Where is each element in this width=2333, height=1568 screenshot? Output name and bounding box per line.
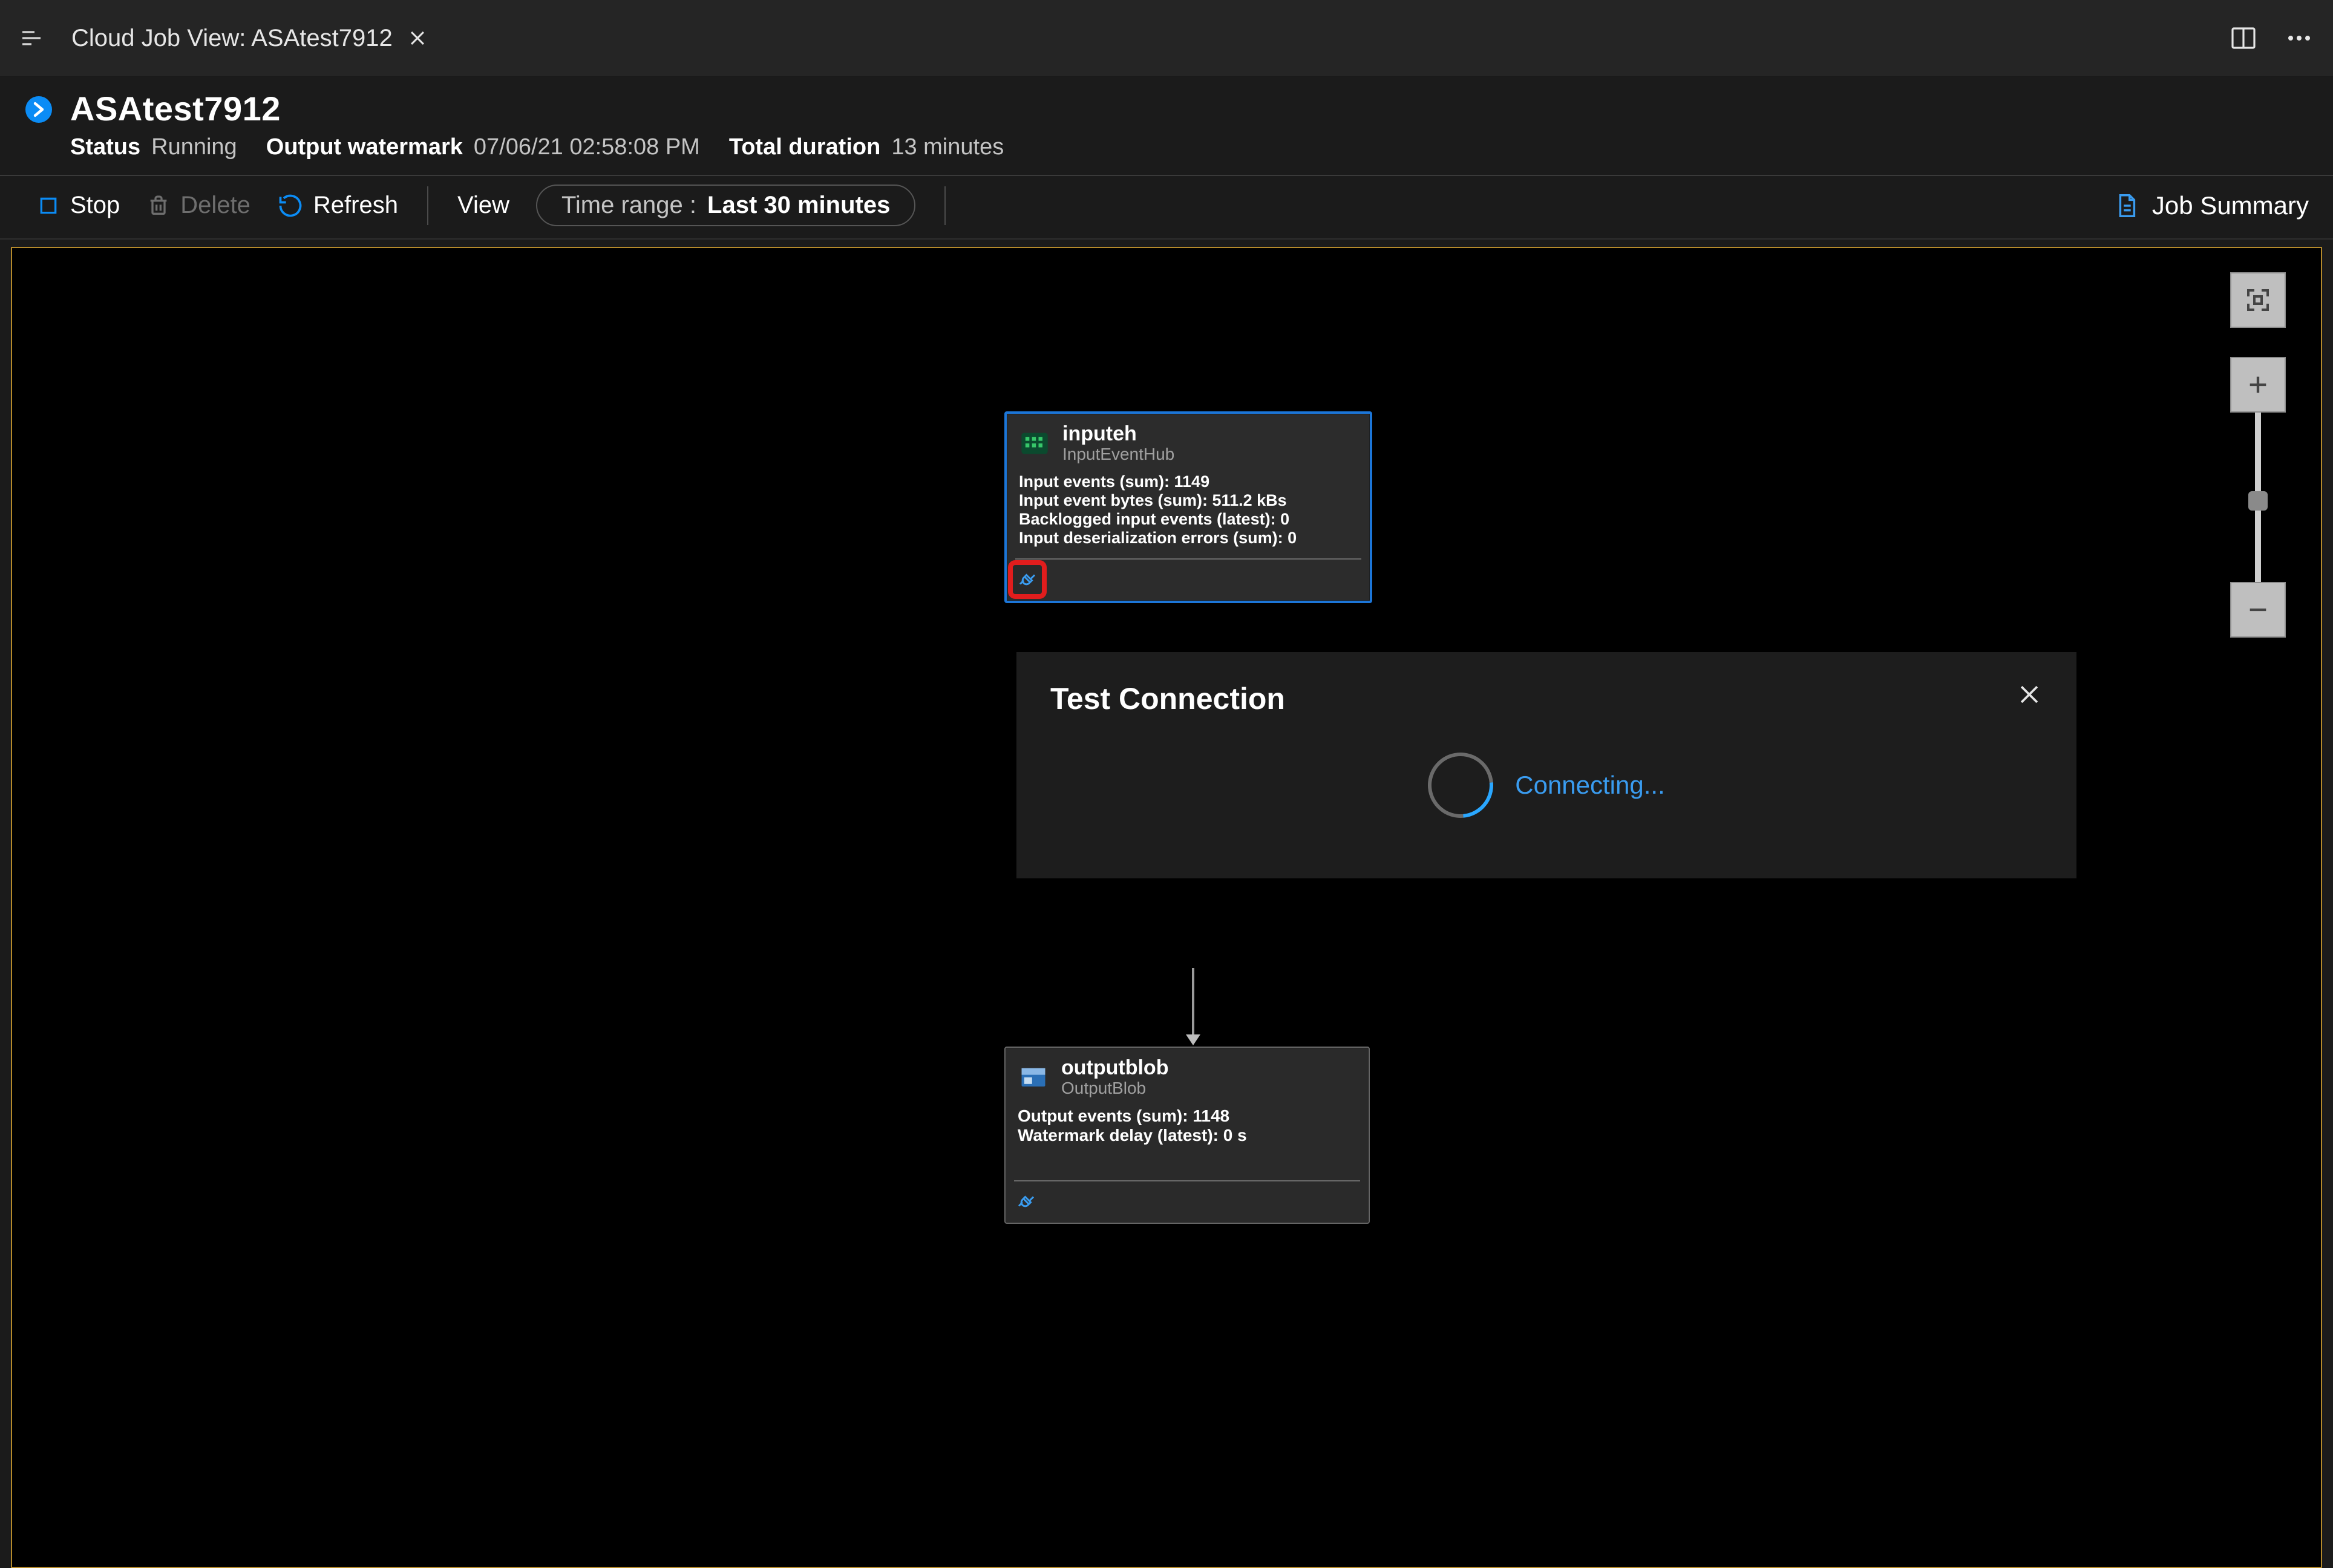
watermark-label: Output watermark	[266, 134, 463, 160]
node-output-name: outputblob	[1061, 1056, 1168, 1080]
toolbar: Stop Delete Refresh View Time range :	[0, 176, 2333, 240]
zoom-slider[interactable]	[2255, 413, 2261, 582]
watermark-value: 07/06/21 02:58:08 PM	[474, 134, 700, 160]
stop-button[interactable]: Stop	[36, 192, 120, 219]
job-summary-button[interactable]: Job Summary	[2112, 191, 2309, 220]
metric-row: Input deserialization errors (sum): 0	[1019, 529, 1358, 547]
metric-row: Input event bytes (sum): 511.2 kBs	[1019, 491, 1358, 510]
delete-button: Delete	[146, 192, 250, 219]
job-summary-label: Job Summary	[2152, 191, 2309, 220]
duration-value: 13 minutes	[891, 134, 1004, 160]
zoom-out-button[interactable]	[2230, 582, 2286, 638]
document-icon	[2112, 192, 2140, 220]
blob-storage-icon	[1018, 1062, 1049, 1093]
metric-row: Output events (sum): 1148	[1018, 1106, 1356, 1126]
metric-row: Backlogged input events (latest): 0	[1019, 510, 1358, 529]
job-header: ASAtest7912 Status Running Output waterm…	[0, 77, 2333, 176]
node-input-type: InputEventHub	[1062, 445, 1174, 464]
time-range-label: Time range :	[561, 192, 696, 219]
breadcrumb-menu-icon[interactable]	[15, 21, 48, 55]
node-input-stats: Input events (sum): 1149 Input event byt…	[1007, 466, 1370, 558]
status-label: Status	[70, 134, 140, 160]
job-diagram-canvas[interactable]: inputeh InputEventHub Input events (sum)…	[11, 247, 2322, 1568]
diagram-node-output[interactable]: outputblob OutputBlob Output events (sum…	[1004, 1047, 1370, 1224]
status-value: Running	[151, 134, 237, 160]
flow-arrow	[1186, 968, 1200, 1045]
dialog-title: Test Connection	[1050, 681, 1285, 716]
toolbar-separator	[427, 186, 428, 225]
close-tab-icon[interactable]	[407, 28, 428, 48]
test-connection-dialog: Test Connection Connecting...	[1016, 652, 2076, 878]
tab-bar: Cloud Job View: ASAtest7912	[0, 0, 2333, 77]
plug-icon	[1016, 569, 1038, 590]
tab-label: Cloud Job View: ASAtest7912	[71, 25, 393, 52]
dialog-close-button[interactable]	[2016, 681, 2043, 708]
refresh-button[interactable]: Refresh	[277, 192, 398, 219]
metric-row: Input events (sum): 1149	[1019, 472, 1358, 491]
view-button[interactable]: View	[457, 192, 509, 219]
tab-cloud-job-view[interactable]: Cloud Job View: ASAtest7912	[63, 21, 436, 56]
test-connection-button[interactable]	[1013, 565, 1042, 594]
duration-label: Total duration	[729, 134, 881, 160]
toolbar-separator-2	[944, 186, 946, 225]
stream-analytics-logo-icon	[24, 95, 53, 124]
node-output-stats: Output events (sum): 1148 Watermark dela…	[1006, 1100, 1369, 1156]
test-connection-button-output[interactable]	[1012, 1187, 1041, 1216]
event-hub-icon	[1019, 428, 1050, 459]
time-range-chip[interactable]: Time range : Last 30 minutes	[536, 185, 915, 226]
node-input-name: inputeh	[1062, 422, 1174, 446]
status-line: Status Running Output watermark 07/06/21…	[70, 134, 1004, 160]
node-output-type: OutputBlob	[1061, 1079, 1168, 1098]
job-title: ASAtest7912	[70, 89, 1004, 128]
refresh-label: Refresh	[313, 192, 398, 219]
fit-to-screen-button[interactable]	[2230, 272, 2286, 328]
dialog-status: Connecting...	[1515, 771, 1665, 800]
zoom-in-button[interactable]	[2230, 357, 2286, 413]
split-editor-icon[interactable]	[2227, 21, 2260, 55]
time-range-value: Last 30 minutes	[707, 192, 890, 219]
trash-icon	[146, 194, 171, 218]
delete-label: Delete	[180, 192, 250, 219]
metric-row: Watermark delay (latest): 0 s	[1018, 1126, 1356, 1145]
more-actions-icon[interactable]	[2282, 21, 2316, 55]
refresh-icon	[277, 192, 304, 219]
stop-label: Stop	[70, 192, 120, 219]
zoom-control	[2230, 272, 2286, 638]
view-label: View	[457, 192, 509, 219]
diagram-node-input[interactable]: inputeh InputEventHub Input events (sum)…	[1004, 411, 1372, 603]
zoom-slider-thumb[interactable]	[2248, 491, 2268, 511]
stop-icon	[36, 194, 61, 218]
plug-icon	[1015, 1191, 1037, 1212]
spinner-icon	[1415, 739, 1507, 831]
